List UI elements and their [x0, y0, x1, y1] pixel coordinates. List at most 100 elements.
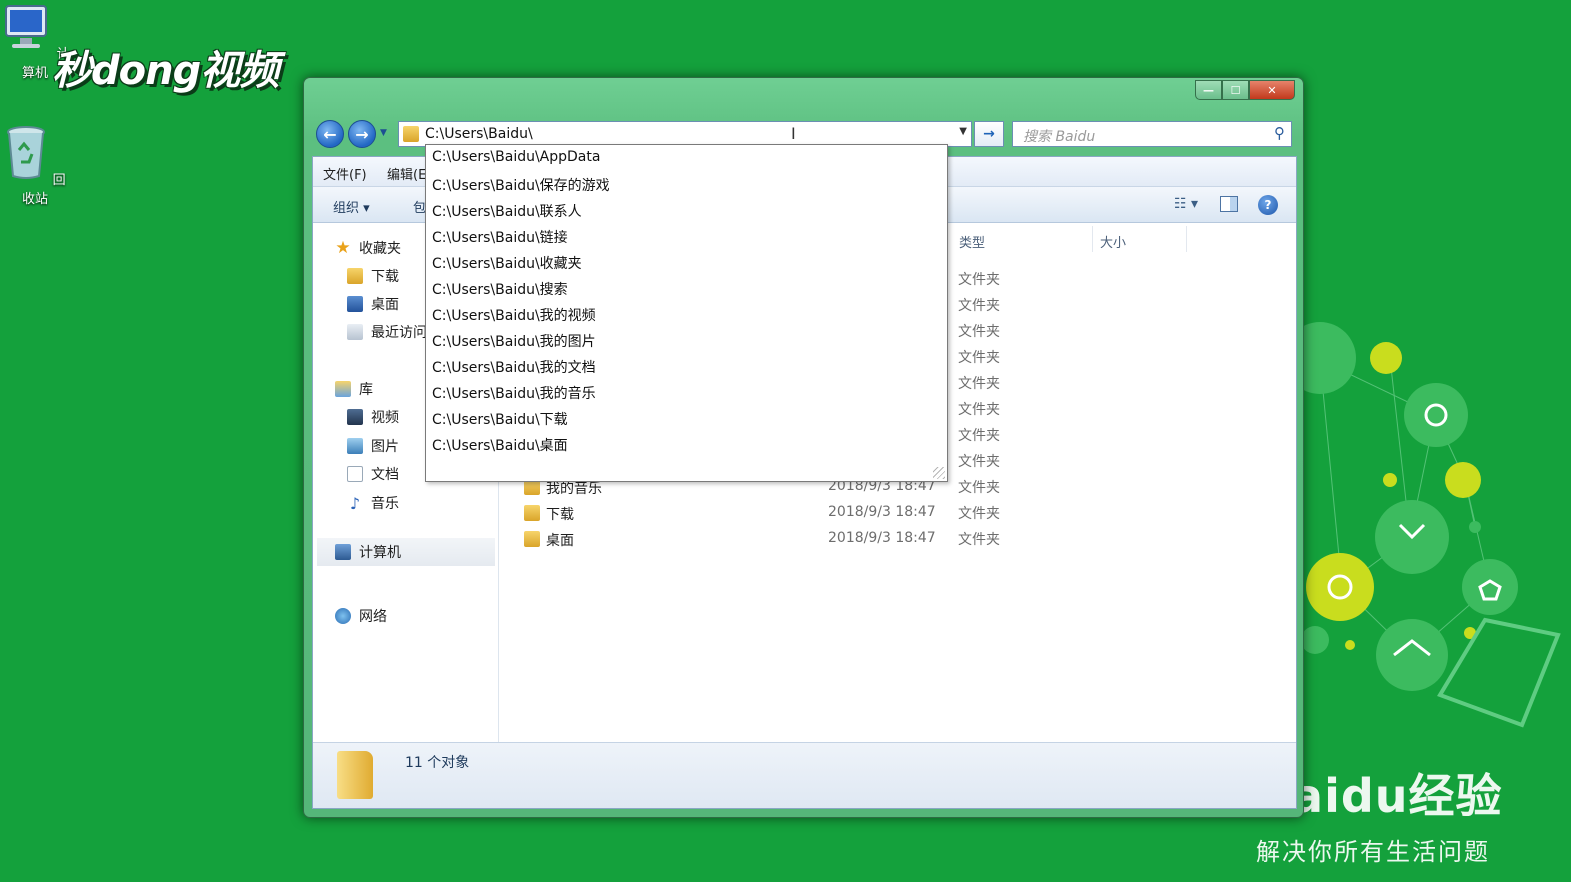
folder-icon: [524, 505, 540, 521]
search-icon[interactable]: ⚲: [1274, 124, 1285, 142]
library-icon: [335, 381, 351, 397]
help-button[interactable]: ?: [1258, 195, 1278, 215]
address-input[interactable]: C:\Users\Baidu\: [425, 126, 533, 142]
autocomplete-item[interactable]: C:\Users\Baidu\搜索: [432, 279, 568, 303]
music-icon: ♪: [349, 493, 361, 513]
views-button[interactable]: ☷ ▾: [1174, 196, 1198, 212]
nav-network[interactable]: 网络: [335, 606, 387, 626]
recycle-bin-icon: [7, 126, 46, 179]
nav-favorites[interactable]: ★ 收藏夹: [335, 238, 401, 258]
organize-button[interactable]: 组织 ▾: [333, 197, 370, 216]
computer-icon: [5, 5, 48, 48]
network-icon: [335, 608, 351, 624]
autocomplete-item[interactable]: C:\Users\Baidu\下载: [432, 409, 568, 433]
search-box[interactable]: 搜索 Baidu ⚲: [1012, 121, 1292, 147]
file-row[interactable]: 桌面 2018/9/3 18:47: [500, 528, 1100, 552]
file-date: 2018/9/3 18:47: [828, 530, 936, 546]
autocomplete-item[interactable]: C:\Users\Baidu\我的视频: [432, 305, 596, 329]
file-type: 文件夹: [958, 402, 1000, 418]
autocomplete-item[interactable]: C:\Users\Baidu\我的图片: [432, 331, 596, 355]
pictures-icon: [347, 438, 363, 454]
autocomplete-item[interactable]: C:\Users\Baidu\链接: [432, 227, 568, 251]
autocomplete-item[interactable]: C:\Users\Baidu\保存的游戏: [432, 175, 610, 199]
autocomplete-item[interactable]: C:\Users\Baidu\联系人: [432, 201, 582, 225]
column-header-size[interactable]: 大小: [1100, 232, 1126, 251]
item-count: 11 个对象: [405, 755, 470, 771]
desktop-icon-recycle-bin[interactable]: 回收站: [0, 124, 70, 207]
file-type: 文件夹: [958, 298, 1000, 314]
nav-music[interactable]: ♪ 音乐: [347, 493, 399, 513]
nav-desktop[interactable]: 桌面: [347, 294, 399, 314]
nav-label: 网络: [359, 609, 387, 625]
help-icon: ?: [1264, 198, 1272, 212]
arrow-right-icon: →: [355, 124, 369, 144]
details-pane: 11 个对象: [313, 742, 1296, 808]
star-icon: ★: [335, 238, 351, 258]
folder-icon: [337, 751, 373, 799]
address-autocomplete-list: C:\Users\Baidu\AppData C:\Users\Baidu\保存…: [425, 144, 948, 482]
close-button[interactable]: ✕: [1249, 80, 1295, 100]
nav-label: 视频: [371, 410, 399, 426]
maximize-button[interactable]: ☐: [1222, 80, 1249, 100]
file-date: 2018/9/3 18:47: [828, 504, 936, 520]
file-type: 文件夹: [958, 376, 1000, 392]
search-input[interactable]: 搜索 Baidu: [1023, 126, 1095, 146]
nav-pictures[interactable]: 图片: [347, 436, 399, 456]
arrow-left-icon: ←: [323, 124, 337, 144]
autocomplete-item[interactable]: C:\Users\Baidu\我的音乐: [432, 383, 596, 407]
resize-grip-icon[interactable]: [933, 467, 945, 479]
preview-pane-button[interactable]: [1220, 196, 1238, 212]
decorative-graphic: [1290, 322, 1561, 728]
nav-label: 收藏夹: [359, 241, 401, 257]
autocomplete-item[interactable]: C:\Users\Baidu\AppData: [432, 149, 600, 173]
forward-button[interactable]: →: [348, 120, 376, 148]
watermark-logo-top: 秒dong视频: [52, 48, 279, 94]
nav-videos[interactable]: 视频: [347, 407, 399, 427]
recent-pages-dropdown[interactable]: ▼: [380, 128, 387, 138]
file-type: 文件夹: [958, 454, 1000, 470]
nav-label: 音乐: [371, 496, 399, 512]
file-name: 下载: [546, 507, 574, 523]
folder-icon: [403, 126, 419, 142]
arrow-right-icon: →: [983, 126, 995, 142]
text-cursor-icon: I: [791, 124, 796, 143]
nav-recent[interactable]: 最近访问: [347, 322, 427, 342]
file-type: 文件夹: [958, 272, 1000, 288]
file-type: 文件夹: [958, 428, 1000, 444]
nav-label: 下载: [371, 269, 399, 285]
nav-downloads[interactable]: 下载: [347, 266, 399, 286]
go-button[interactable]: →: [974, 121, 1004, 147]
file-name: 桌面: [546, 533, 574, 549]
nav-label: 最近访问: [371, 325, 427, 341]
nav-label: 桌面: [371, 297, 399, 313]
documents-icon: [347, 466, 363, 482]
column-divider[interactable]: [1092, 226, 1093, 252]
nav-computer[interactable]: 计算机: [317, 538, 495, 566]
computer-icon: [335, 544, 351, 560]
address-dropdown-button[interactable]: ▼: [959, 126, 967, 137]
autocomplete-item[interactable]: C:\Users\Baidu\我的文档: [432, 357, 596, 381]
downloads-folder-icon: [347, 268, 363, 284]
window-controls: — ☐ ✕: [1195, 80, 1295, 100]
column-divider[interactable]: [1186, 226, 1187, 252]
column-header-type[interactable]: 类型: [959, 232, 985, 251]
nav-documents[interactable]: 文档: [347, 464, 399, 484]
autocomplete-item[interactable]: C:\Users\Baidu\收藏夹: [432, 253, 582, 277]
file-type: 文件夹: [958, 350, 1000, 366]
back-button[interactable]: ←: [316, 120, 344, 148]
nav-label: 图片: [371, 439, 399, 455]
file-type: 文件夹: [958, 324, 1000, 340]
desktop-icon: [347, 296, 363, 312]
nav-libraries[interactable]: 库: [335, 379, 373, 399]
video-icon: [347, 409, 363, 425]
autocomplete-item[interactable]: C:\Users\Baidu\桌面: [432, 435, 568, 459]
minimize-button[interactable]: —: [1195, 80, 1222, 100]
file-row[interactable]: 下载 2018/9/3 18:47: [500, 502, 1100, 526]
menu-file[interactable]: 文件(F): [323, 164, 367, 183]
watermark-slogan: 解决你所有生活问题: [1256, 838, 1490, 866]
folder-icon: [524, 531, 540, 547]
nav-label: 计算机: [359, 545, 401, 561]
menu-edit[interactable]: 编辑(E: [387, 164, 426, 183]
nav-label: 文档: [371, 467, 399, 483]
recent-places-icon: [347, 324, 363, 340]
